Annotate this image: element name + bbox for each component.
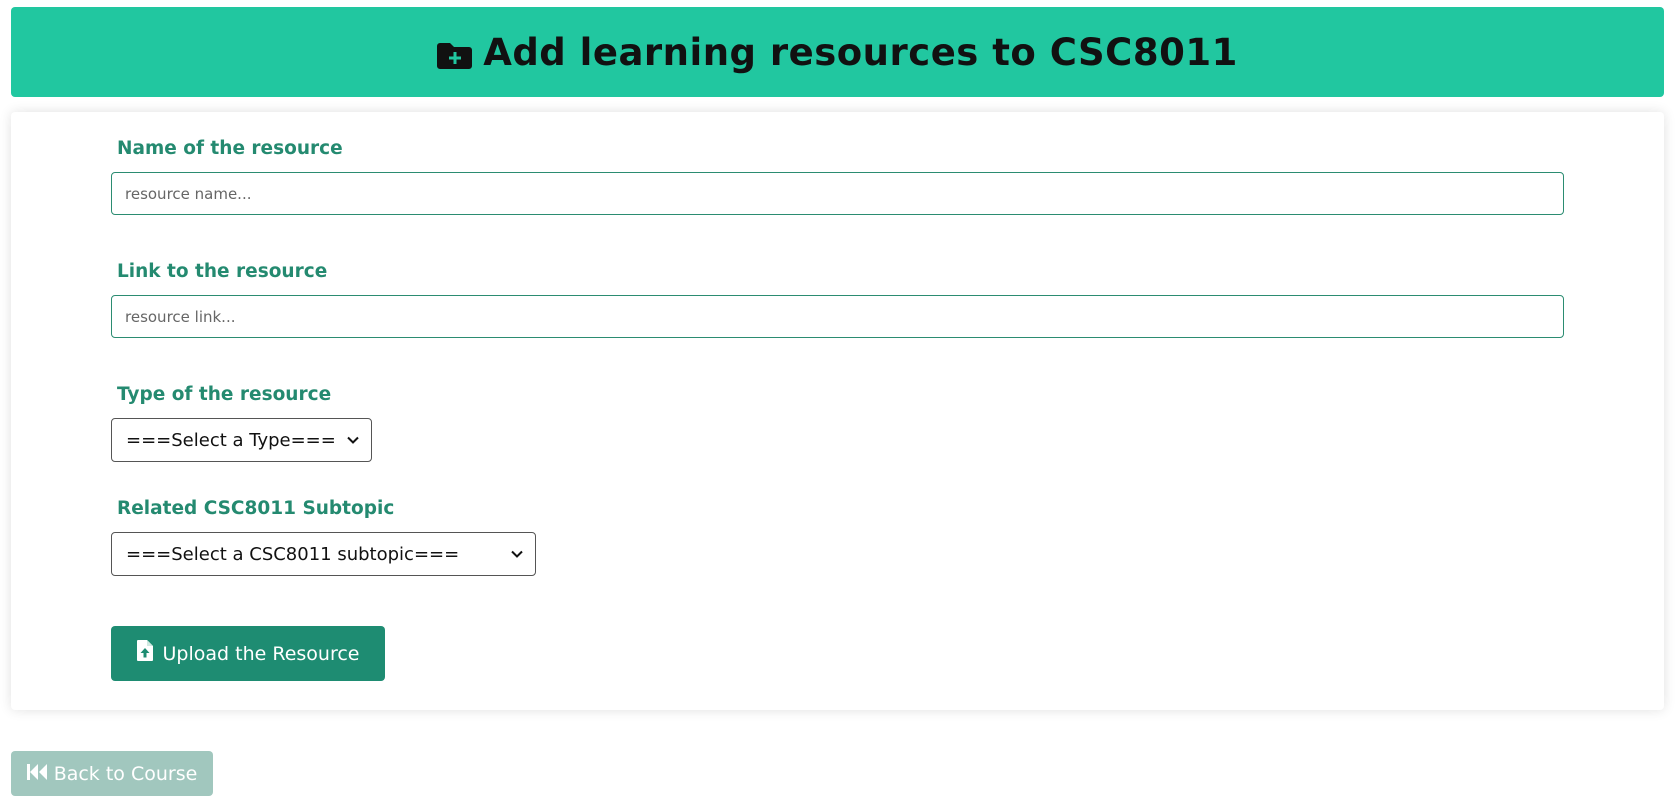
resource-type-selected: ===Select a Type=== [126, 429, 336, 451]
subtopic-selected: ===Select a CSC8011 subtopic=== [126, 543, 460, 565]
resource-type-label: Type of the resource [117, 384, 332, 405]
resource-name-input[interactable] [111, 172, 1564, 215]
upload-resource-button[interactable]: Upload the Resource [111, 626, 385, 681]
resource-link-input[interactable] [111, 295, 1564, 338]
subtopic-label: Related CSC8011 Subtopic [117, 498, 395, 519]
resource-name-label: Name of the resource [117, 138, 343, 159]
skip-back-icon [26, 763, 47, 780]
subtopic-select[interactable]: ===Select a CSC8011 subtopic=== [111, 532, 536, 576]
page-header: Add learning resources to CSC8011 [11, 7, 1664, 97]
chevron-down-icon [511, 550, 523, 558]
back-button-label: Back to Course [53, 762, 198, 785]
resource-type-select[interactable]: ===Select a Type=== [111, 418, 372, 462]
page-title: Add learning resources to CSC8011 [483, 30, 1238, 74]
upload-button-label: Upload the Resource [162, 642, 360, 665]
resource-form: Name of the resource Link to the resourc… [11, 112, 1664, 710]
resource-link-label: Link to the resource [117, 261, 328, 282]
folder-plus-icon [437, 43, 473, 69]
back-to-course-button[interactable]: Back to Course [11, 751, 213, 796]
chevron-down-icon [347, 436, 359, 444]
file-upload-icon [136, 640, 153, 661]
